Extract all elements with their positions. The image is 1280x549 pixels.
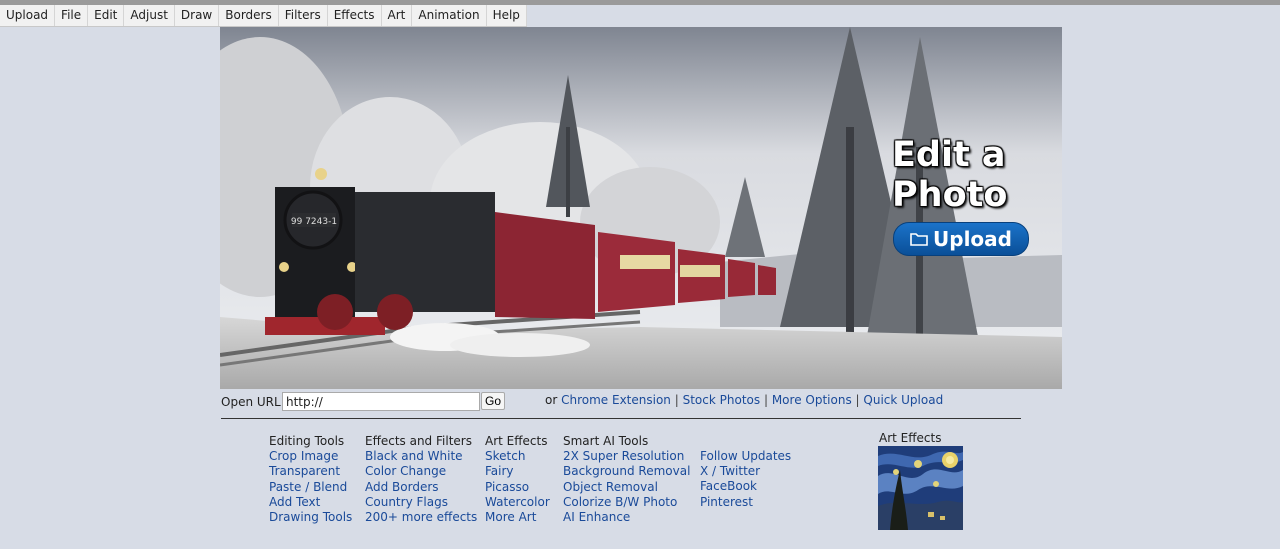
hero-banner: 99 7243-1 Edit a Photo Upload [220, 27, 1062, 389]
effects-filters-column: Effects and Filters Black and White Colo… [365, 434, 477, 525]
menu-bar: Upload File Edit Adjust Draw Borders Fil… [0, 5, 527, 27]
black-and-white-link[interactable]: Black and White [365, 449, 477, 464]
go-button[interactable]: Go [481, 392, 505, 410]
twitter-link[interactable]: X / Twitter [700, 464, 791, 479]
menu-adjust[interactable]: Adjust [124, 5, 175, 26]
chrome-extension-link[interactable]: Chrome Extension [561, 393, 671, 407]
crop-image-link[interactable]: Crop Image [269, 449, 352, 464]
editing-tools-column: Editing Tools Crop Image Transparent Pas… [269, 434, 352, 525]
hero-title: Edit a Photo [892, 135, 1042, 215]
watercolor-link[interactable]: Watercolor [485, 495, 550, 510]
divider [221, 418, 1021, 419]
facebook-link[interactable]: FaceBook [700, 479, 791, 494]
hero-title-line1: Edit a [892, 135, 1006, 175]
link-separator: | [674, 393, 679, 407]
or-text: or [545, 393, 558, 407]
add-borders-link[interactable]: Add Borders [365, 480, 477, 495]
fairy-link[interactable]: Fairy [485, 464, 550, 479]
upload-options-links: or Chrome Extension | Stock Photos | Mor… [545, 393, 943, 407]
add-text-link[interactable]: Add Text [269, 495, 352, 510]
background-removal-link[interactable]: Background Removal [563, 464, 690, 479]
menu-effects[interactable]: Effects [328, 5, 382, 26]
link-separator: | [855, 393, 860, 407]
follow-updates-link[interactable]: Follow Updates [700, 449, 791, 464]
quick-upload-link[interactable]: Quick Upload [863, 393, 943, 407]
menu-borders[interactable]: Borders [219, 5, 279, 26]
open-url-row: Open URL: Go or Chrome Extension | Stock… [221, 392, 943, 412]
menu-file[interactable]: File [55, 5, 89, 26]
starry-night-thumbnail-image [878, 446, 963, 530]
locomotive-number: 99 7243-1 [291, 217, 337, 227]
open-url-label: Open URL: [221, 395, 285, 409]
more-options-link[interactable]: More Options [772, 393, 852, 407]
menu-draw[interactable]: Draw [175, 5, 220, 26]
menu-animation[interactable]: Animation [412, 5, 487, 26]
smart-ai-tools-column: Smart AI Tools 2X Super Resolution Backg… [563, 434, 690, 525]
drawing-tools-link[interactable]: Drawing Tools [269, 510, 352, 525]
object-removal-link[interactable]: Object Removal [563, 480, 690, 495]
link-separator: | [763, 393, 768, 407]
sketch-link[interactable]: Sketch [485, 449, 550, 464]
more-effects-link[interactable]: 200+ more effects [365, 510, 477, 525]
art-effects-title: Art Effects [879, 431, 942, 445]
menu-help[interactable]: Help [487, 5, 527, 26]
menu-filters[interactable]: Filters [279, 5, 328, 26]
more-art-link[interactable]: More Art [485, 510, 550, 525]
url-input[interactable] [282, 392, 480, 411]
column-heading: Editing Tools [269, 434, 345, 448]
folder-icon [910, 233, 928, 246]
menu-upload[interactable]: Upload [0, 5, 56, 26]
picasso-link[interactable]: Picasso [485, 480, 550, 495]
hero-upload-button[interactable]: Upload [893, 222, 1029, 256]
hero-upload-label: Upload [933, 227, 1012, 251]
colorize-link[interactable]: Colorize B/W Photo [563, 495, 690, 510]
transparent-link[interactable]: Transparent [269, 464, 352, 479]
country-flags-link[interactable]: Country Flags [365, 495, 477, 510]
column-heading: Smart AI Tools [563, 434, 649, 448]
color-change-link[interactable]: Color Change [365, 464, 477, 479]
art-effects-column: Art Effects Sketch Fairy Picasso Waterco… [485, 434, 550, 525]
paste-blend-link[interactable]: Paste / Blend [269, 480, 352, 495]
super-resolution-link[interactable]: 2X Super Resolution [563, 449, 690, 464]
stock-photos-link[interactable]: Stock Photos [683, 393, 761, 407]
social-links-column: Follow Updates X / Twitter FaceBook Pint… [700, 449, 791, 510]
menu-edit[interactable]: Edit [88, 5, 125, 26]
ai-enhance-link[interactable]: AI Enhance [563, 510, 690, 525]
hero-title-line2: Photo [892, 175, 1008, 215]
art-effects-thumbnail[interactable] [878, 446, 963, 530]
menu-art[interactable]: Art [382, 5, 413, 26]
pinterest-link[interactable]: Pinterest [700, 495, 791, 510]
column-heading: Effects and Filters [365, 434, 472, 448]
column-heading: Art Effects [485, 434, 548, 448]
